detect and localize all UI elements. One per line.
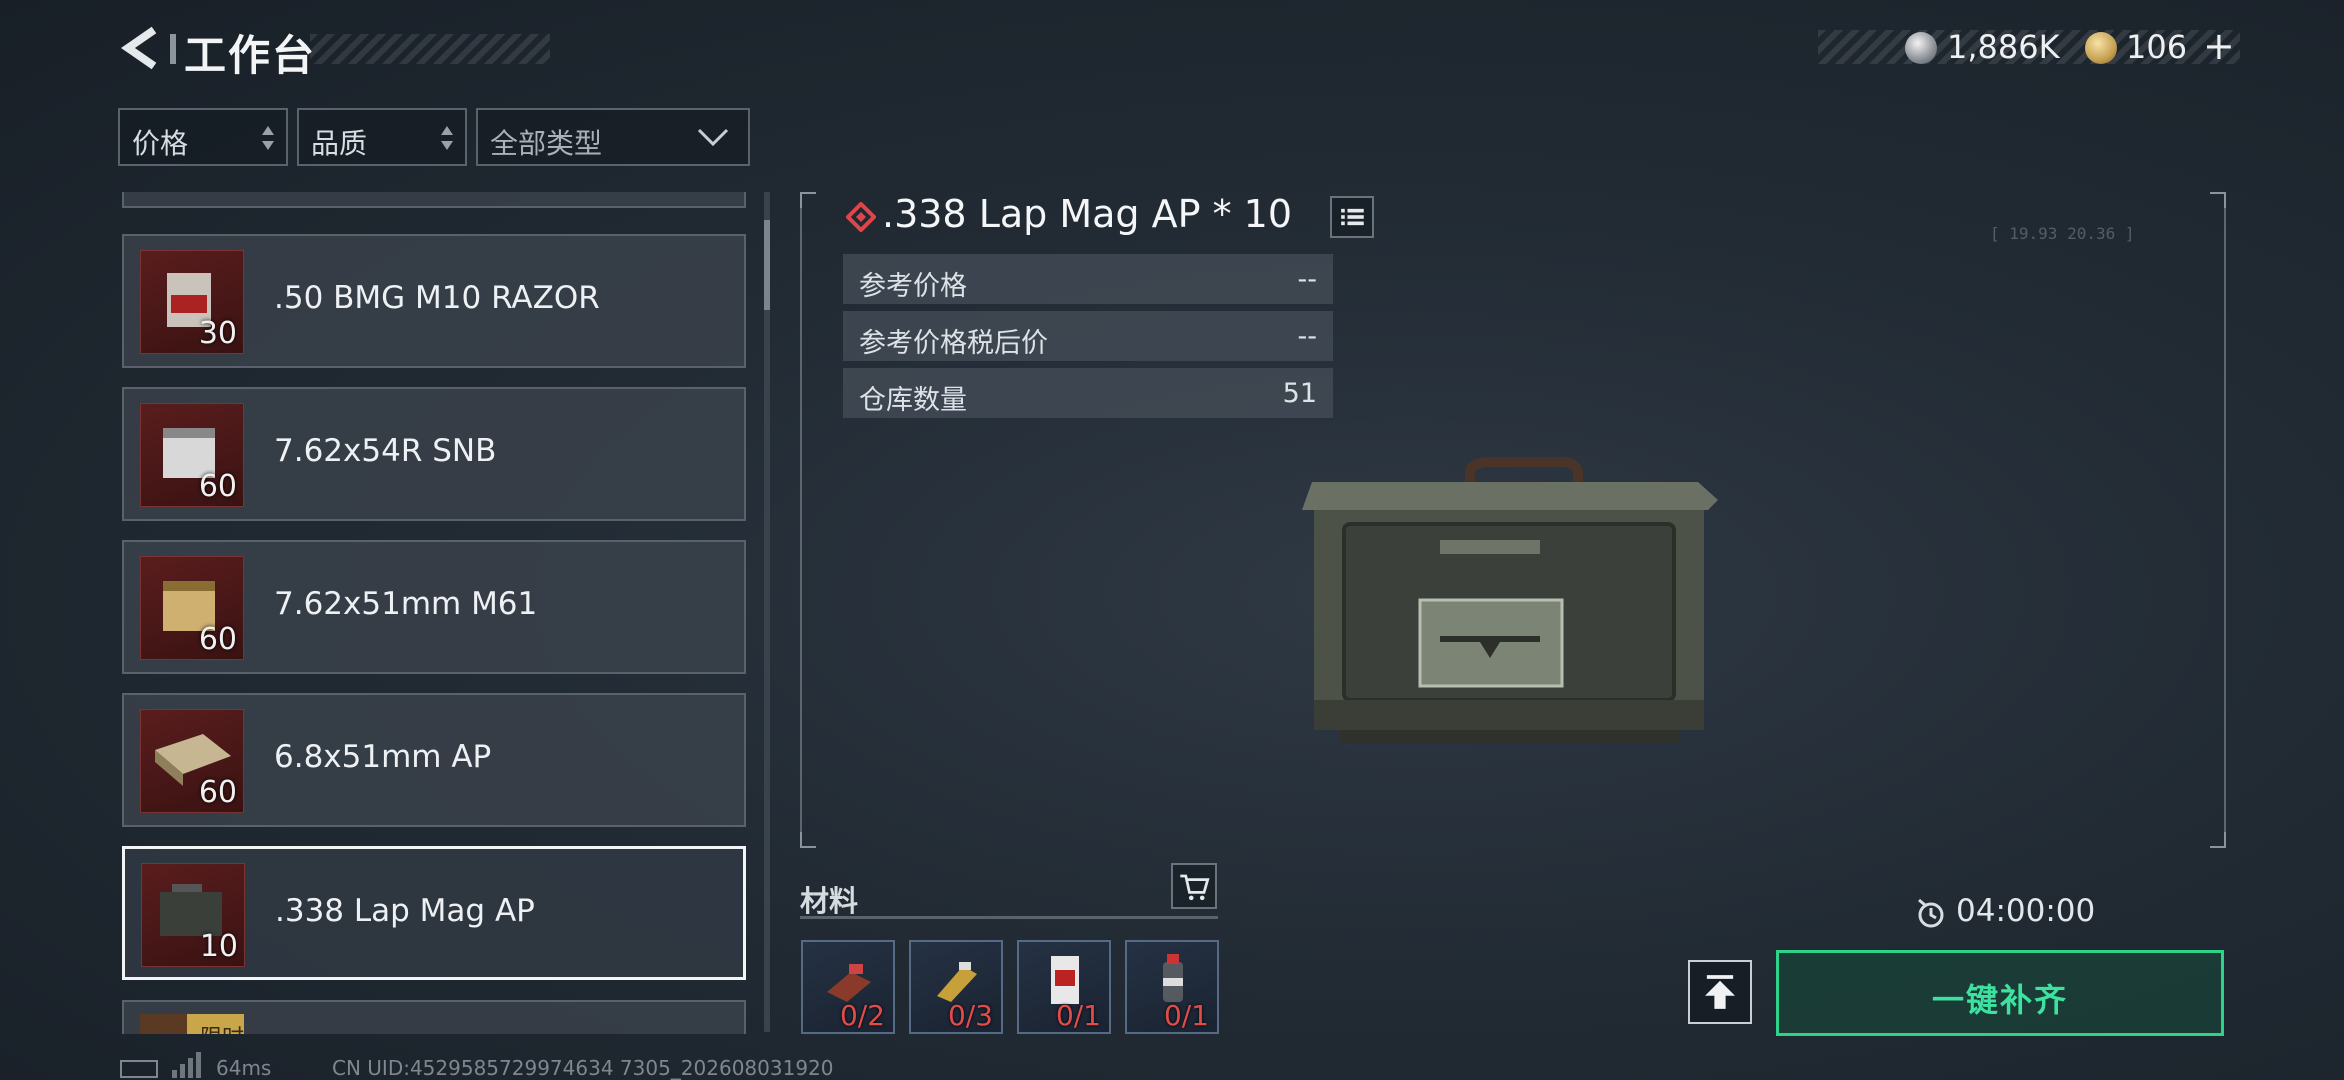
list-item[interactable]: 60 7.62x51mm M61 — [122, 540, 746, 674]
add-currency-button[interactable]: + — [2203, 24, 2235, 68]
scrollbar-thumb[interactable] — [764, 220, 770, 310]
material-count: 0/1 — [1163, 999, 1209, 1032]
type-filter-label: 全部类型 — [490, 127, 603, 160]
list-item-partial[interactable] — [122, 192, 746, 208]
item-name: 6.8x51mm AP — [274, 739, 492, 775]
after-tax-price-label: 参考价格税后价 — [859, 328, 1048, 359]
title-stripes-decoration — [310, 34, 550, 64]
material-slot[interactable]: 0/1 — [1017, 940, 1111, 1034]
warehouse-qty-label: 仓库数量 — [859, 385, 967, 416]
page-title: 工作台 — [184, 31, 317, 80]
reference-price-value: -- — [1297, 264, 1318, 295]
materials-label: 材料 — [800, 884, 859, 918]
item-name: .338 Lap Mag AP — [275, 893, 535, 929]
material-count: 0/3 — [947, 999, 993, 1032]
signal-icon — [172, 1052, 201, 1078]
price-sort-filter[interactable]: 价格 — [118, 108, 288, 166]
currency-silver-icon — [1905, 32, 1937, 64]
item-name: 7.62x54R SNB — [274, 433, 497, 469]
item-quantity: 60 — [198, 775, 237, 810]
upload-icon[interactable] — [1688, 960, 1752, 1024]
list-item[interactable]: 30 .50 BMG M10 RAZOR — [122, 234, 746, 368]
frame-corner — [2210, 192, 2226, 208]
after-tax-price-value: -- — [1297, 321, 1318, 352]
limited-time-label: 限时 — [200, 1020, 244, 1034]
list-item[interactable]: 60 6.8x51mm AP — [122, 693, 746, 827]
material-slot[interactable]: 0/1 — [1125, 940, 1219, 1034]
chevron-down-icon — [697, 128, 729, 147]
item-quantity: 30 — [198, 316, 237, 351]
item-name: 7.62x51mm M61 — [274, 586, 538, 622]
craft-time: 04:00:00 — [1956, 893, 2096, 929]
ammo-can-preview — [1302, 457, 1718, 744]
list-item[interactable]: 60 7.62x54R SNB — [122, 387, 746, 521]
currency-primary-value: 1,886K — [1947, 28, 2060, 66]
back-icon[interactable] — [118, 26, 162, 70]
currency-secondary-value: 106 — [2126, 28, 2188, 66]
item-thumbnail: 60 — [140, 403, 244, 507]
item-detail-title: .338 Lap Mag AP * 10 — [882, 192, 1293, 236]
user-uid: CN UID:4529585729974634 7305_20260803192… — [332, 1056, 834, 1080]
clock-icon — [1918, 898, 1944, 928]
item-name: .50 BMG M10 RAZOR — [274, 280, 600, 316]
list-scrollbar[interactable] — [764, 192, 770, 1032]
sort-icon — [441, 126, 453, 150]
material-slot[interactable]: 0/2 — [801, 940, 895, 1034]
item-quantity: 60 — [198, 469, 237, 504]
item-quantity: 60 — [198, 622, 237, 657]
price-filter-label: 价格 — [132, 127, 189, 160]
item-thumbnail: 60 — [140, 556, 244, 660]
ping-value: 64ms — [216, 1056, 272, 1080]
materials-divider — [800, 916, 1218, 919]
item-quantity: 10 — [199, 929, 238, 964]
frame-corner — [800, 192, 816, 208]
list-item-selected[interactable]: 10 .338 Lap Mag AP — [122, 846, 746, 980]
currency-gold-icon — [2085, 32, 2117, 64]
material-count: 0/2 — [839, 999, 885, 1032]
item-list[interactable]: 30 .50 BMG M10 RAZOR 60 7.62x54R SNB 60 … — [118, 192, 750, 1034]
list-icon[interactable] — [1330, 196, 1374, 238]
item-thumbnail: 60 — [140, 709, 244, 813]
type-dropdown[interactable]: 全部类型 — [476, 108, 750, 166]
battery-icon — [120, 1060, 158, 1078]
limited-time-tag: 限时 — [140, 1014, 244, 1034]
cart-icon[interactable] — [1171, 863, 1217, 909]
after-tax-price-row: 参考价格税后价 -- — [843, 311, 1333, 361]
frame-corner — [2210, 832, 2226, 848]
quality-sort-filter[interactable]: 品质 — [297, 108, 467, 166]
material-slot[interactable]: 0/3 — [909, 940, 1003, 1034]
frame-corner — [800, 832, 816, 848]
list-item-partial[interactable]: 限时 — [122, 1000, 746, 1034]
title-divider — [170, 34, 176, 64]
hud-numbers: [ 19.93 20.36 ] — [1990, 224, 2135, 243]
quality-filter-label: 品质 — [311, 127, 368, 160]
warehouse-qty-value: 51 — [1282, 378, 1317, 409]
reference-price-row: 参考价格 -- — [843, 254, 1333, 304]
item-thumbnail: 30 — [140, 250, 244, 354]
one-click-fill-button[interactable]: 一键补齐 — [1776, 950, 2224, 1036]
one-click-fill-label: 一键补齐 — [1931, 981, 2068, 1019]
material-count: 0/1 — [1055, 999, 1101, 1032]
reference-price-label: 参考价格 — [859, 271, 967, 302]
sort-icon — [262, 126, 274, 150]
item-thumbnail: 10 — [141, 863, 245, 967]
warehouse-qty-row: 仓库数量 51 — [843, 368, 1333, 418]
diamond-icon — [846, 202, 876, 232]
